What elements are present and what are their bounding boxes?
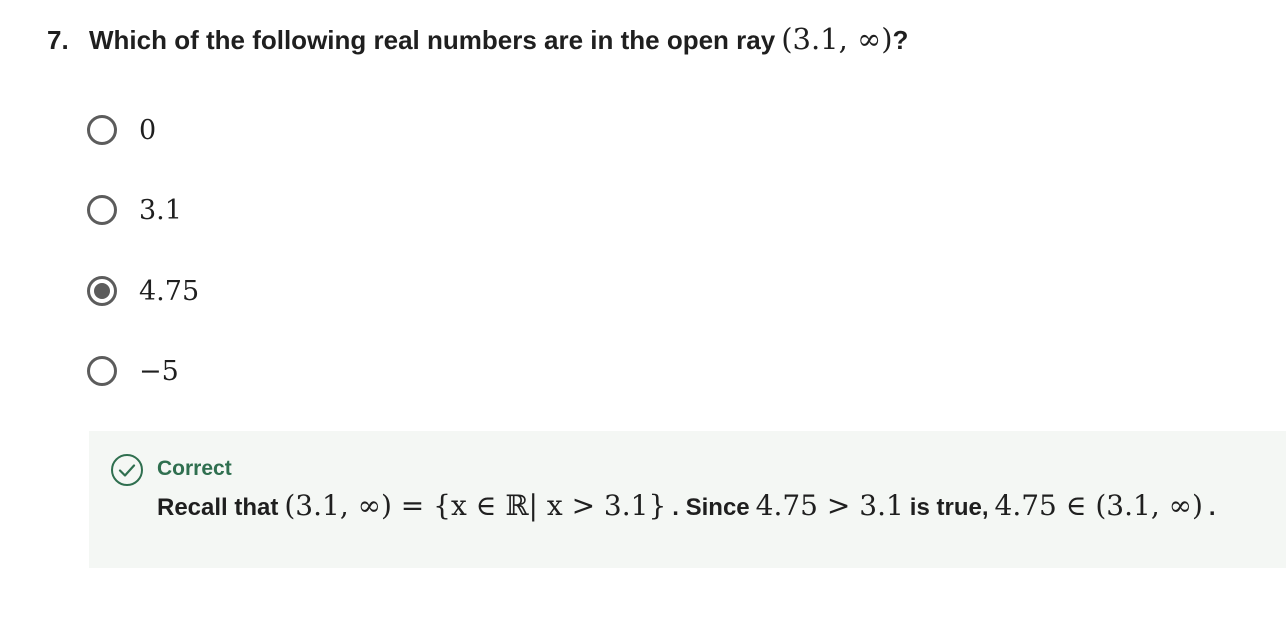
radio-button-icon[interactable] xyxy=(87,115,117,145)
feedback-panel: Correct Recall that (3.1, ∞) = {x ∈ ℝ| x… xyxy=(89,431,1286,568)
feedback-text-3: is true, xyxy=(909,494,989,521)
question-heading: 7. Which of the following real numbers a… xyxy=(47,22,908,56)
question-suffix: ? xyxy=(892,25,909,55)
option-4-75[interactable]: 4.75 xyxy=(87,271,199,311)
radio-button-icon[interactable] xyxy=(87,356,117,386)
option-3-1[interactable]: 3.1 xyxy=(87,190,182,230)
option-label: −5 xyxy=(139,355,179,387)
radio-button-icon[interactable] xyxy=(87,195,117,225)
feedback-text-2: . Since xyxy=(672,494,750,521)
question-math: (3.1, ∞) xyxy=(781,22,893,56)
option-label: 3.1 xyxy=(139,194,182,226)
feedback-text-4: . xyxy=(1208,494,1216,521)
feedback-status: Correct xyxy=(157,457,232,480)
feedback-text-1: Recall that xyxy=(157,494,279,521)
option-0[interactable]: 0 xyxy=(87,110,156,150)
question-text: Which of the following real numbers are … xyxy=(89,25,776,55)
radio-button-selected-icon[interactable] xyxy=(87,276,117,306)
check-circle-icon xyxy=(111,454,143,486)
feedback-math-1: (3.1, ∞) = {x ∈ ℝ| x > 3.1} xyxy=(284,489,667,522)
feedback-math-3: 4.75 ∈ (3.1, ∞) xyxy=(994,489,1203,522)
question-number: 7. xyxy=(47,25,69,55)
option-minus-5[interactable]: −5 xyxy=(87,351,179,391)
feedback-explanation: Recall that (3.1, ∞) = {x ∈ ℝ| x > 3.1} … xyxy=(157,489,1216,522)
option-label: 0 xyxy=(139,114,157,146)
option-label: 4.75 xyxy=(139,275,200,307)
feedback-math-2: 4.75 > 3.1 xyxy=(755,489,904,522)
